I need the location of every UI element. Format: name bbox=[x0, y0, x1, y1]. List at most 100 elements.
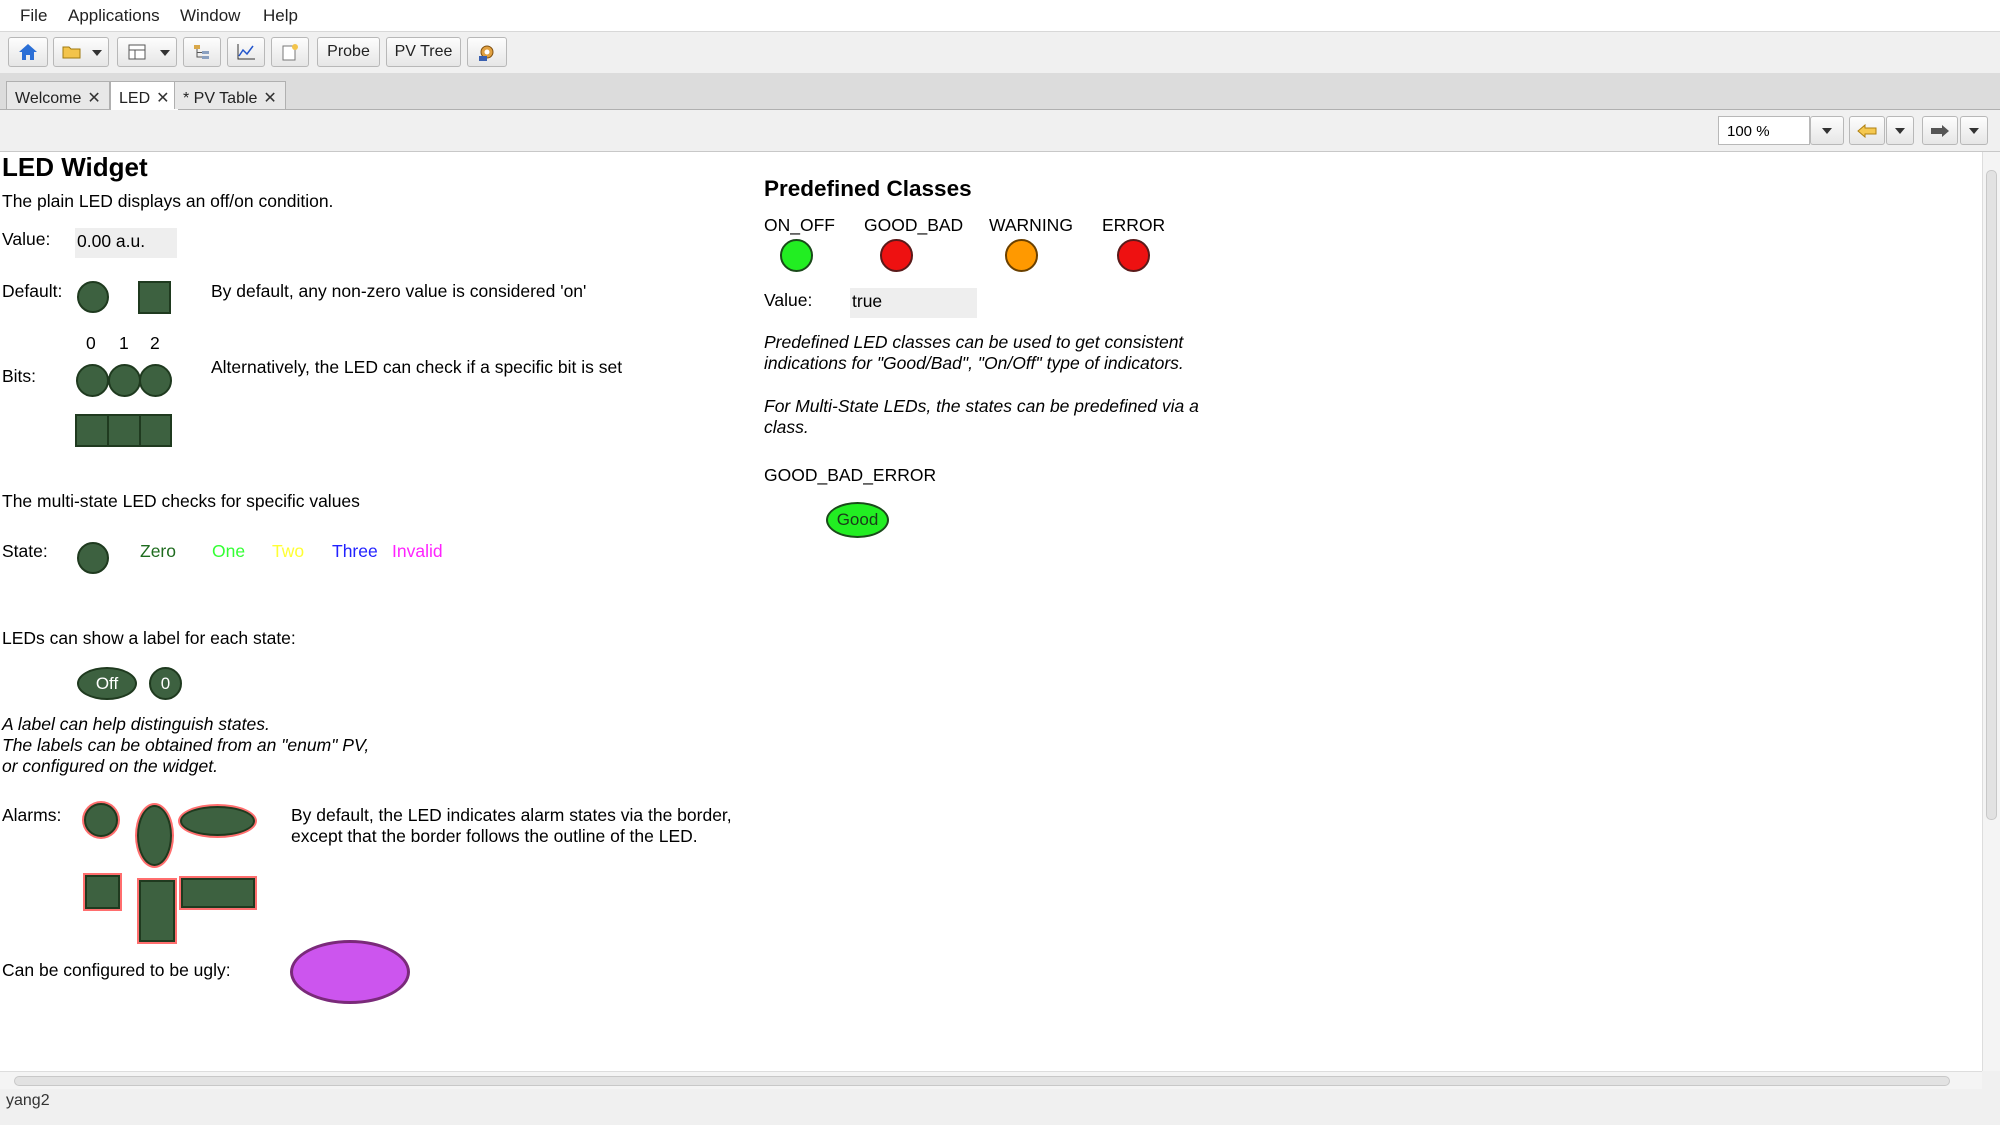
bit-number: 0 bbox=[86, 333, 96, 353]
alarms-label: Alarms: bbox=[2, 805, 62, 825]
alarms-description-line: except that the border follows the outli… bbox=[291, 826, 698, 846]
status-text: yang2 bbox=[6, 1092, 50, 1109]
chart-button[interactable] bbox=[227, 37, 265, 67]
close-icon[interactable]: ✕ bbox=[263, 90, 276, 107]
alarms-description-line: By default, the LED indicates alarm stat… bbox=[291, 805, 732, 825]
default-led-square bbox=[138, 281, 171, 314]
alarm-led-wide-ellipse bbox=[180, 806, 255, 836]
error-led bbox=[1117, 239, 1150, 272]
vertical-scroll-thumb[interactable] bbox=[1986, 170, 1997, 820]
alarm-led-wide-rect bbox=[181, 878, 255, 908]
multistate-description: The multi-state LED checks for specific … bbox=[2, 491, 360, 511]
pv-tree-button[interactable]: PV Tree bbox=[386, 37, 461, 67]
tab-label: LED bbox=[119, 90, 151, 107]
tab-welcome[interactable]: Welcome ✕ bbox=[6, 81, 110, 109]
chart-icon bbox=[237, 44, 255, 60]
label-note-line: or configured on the widget. bbox=[2, 756, 218, 776]
warning-led bbox=[1005, 239, 1038, 272]
class-label-error: ERROR bbox=[1102, 215, 1166, 235]
ugly-label: Can be configured to be ugly: bbox=[2, 960, 231, 980]
state-label: State: bbox=[2, 541, 48, 561]
alarm-led-circle bbox=[84, 803, 118, 837]
new-file-icon bbox=[282, 44, 298, 61]
tab-label: * PV Table bbox=[183, 90, 258, 107]
class-label-warning: WARNING bbox=[989, 215, 1073, 235]
home-icon bbox=[19, 44, 37, 60]
labels-description: LEDs can show a label for each state: bbox=[2, 628, 296, 648]
zoom-combo[interactable]: 100 % bbox=[1718, 116, 1810, 145]
state-three-label: Three bbox=[332, 541, 378, 561]
bit-led-square-0 bbox=[75, 414, 109, 447]
home-button[interactable] bbox=[8, 37, 48, 67]
bit-led-square-1 bbox=[107, 414, 141, 447]
bit-led-2 bbox=[139, 364, 172, 397]
back-history-button[interactable] bbox=[1886, 116, 1914, 145]
forward-button[interactable] bbox=[1922, 116, 1958, 145]
tab-label: Welcome bbox=[15, 90, 82, 107]
menu-window[interactable]: Window bbox=[180, 6, 240, 26]
multistate-led bbox=[77, 542, 109, 574]
bit-led-square-2 bbox=[139, 414, 172, 447]
horizontal-scrollbar[interactable] bbox=[0, 1071, 1982, 1089]
default-led-round bbox=[77, 281, 109, 313]
ugly-led bbox=[290, 940, 410, 1004]
on-off-led bbox=[780, 239, 813, 272]
predefined-note-line: Predefined LED classes can be used to ge… bbox=[764, 332, 1184, 352]
display-canvas: LED Widget The plain LED displays an off… bbox=[0, 152, 1982, 1071]
label-note-line: A label can help distinguish states. bbox=[2, 714, 270, 734]
right-value-field[interactable]: true bbox=[850, 288, 977, 318]
alarm-led-square bbox=[85, 875, 120, 909]
tree-button[interactable] bbox=[183, 37, 221, 67]
default-description: By default, any non-zero value is consid… bbox=[211, 281, 587, 301]
tree-icon bbox=[194, 45, 209, 59]
state-one-label: One bbox=[212, 541, 246, 561]
tab-led[interactable]: LED ✕ bbox=[110, 81, 179, 110]
status-bar: yang2 bbox=[0, 1089, 2000, 1125]
good-bad-error-label: GOOD_BAD_ERROR bbox=[764, 465, 937, 485]
predefined-classes-title: Predefined Classes bbox=[764, 176, 972, 201]
page-title: LED Widget bbox=[2, 152, 148, 182]
close-icon[interactable]: ✕ bbox=[87, 90, 100, 107]
probe-button[interactable]: Probe bbox=[317, 37, 380, 67]
layout-button[interactable] bbox=[117, 37, 177, 67]
led-zero-label: 0 bbox=[149, 667, 182, 700]
folder-icon bbox=[62, 46, 81, 59]
open-button[interactable] bbox=[53, 37, 109, 67]
new-display-button[interactable] bbox=[271, 37, 309, 67]
chevron-down-icon bbox=[1822, 127, 1832, 134]
forward-history-button[interactable] bbox=[1960, 116, 1988, 145]
menu-file[interactable]: File bbox=[20, 6, 47, 26]
value-field[interactable]: 0.00 a.u. bbox=[75, 228, 177, 258]
label-note-line: The labels can be obtained from an "enum… bbox=[2, 735, 370, 755]
horizontal-scroll-thumb[interactable] bbox=[14, 1076, 1950, 1086]
alarm-led-tall-rect bbox=[139, 880, 175, 942]
led-off-label: Off bbox=[77, 667, 137, 700]
menu-help[interactable]: Help bbox=[263, 6, 298, 26]
bit-led-1 bbox=[108, 364, 141, 397]
bit-number: 2 bbox=[150, 333, 160, 353]
settings-button[interactable] bbox=[467, 37, 507, 67]
state-two-label: Two bbox=[272, 541, 305, 561]
zoom-dropdown-button[interactable] bbox=[1810, 116, 1844, 145]
forward-arrow-icon bbox=[1931, 124, 1949, 137]
menu-applications[interactable]: Applications bbox=[68, 6, 160, 26]
menu-bar: File Applications Window Help bbox=[0, 0, 2000, 32]
layout-icon bbox=[128, 44, 146, 60]
bit-number: 1 bbox=[119, 333, 129, 353]
vertical-scrollbar[interactable] bbox=[1982, 152, 2000, 1071]
right-value-label: Value: bbox=[764, 290, 813, 310]
good-bad-led bbox=[880, 239, 913, 272]
tab-pv-table[interactable]: * PV Table ✕ bbox=[174, 81, 286, 109]
back-button[interactable] bbox=[1849, 116, 1885, 145]
chevron-down-icon bbox=[1969, 127, 1979, 134]
tab-bar: Welcome ✕ LED ✕ * PV Table ✕ bbox=[0, 73, 2000, 110]
main-toolbar: Probe PV Tree bbox=[0, 32, 2000, 72]
bits-description: Alternatively, the LED can check if a sp… bbox=[211, 357, 623, 377]
class-label-good-bad: GOOD_BAD bbox=[864, 215, 964, 235]
default-label: Default: bbox=[2, 281, 63, 301]
bit-led-0 bbox=[76, 364, 109, 397]
multistate-note-line: class. bbox=[764, 417, 809, 437]
chevron-down-icon bbox=[1895, 127, 1905, 134]
close-icon[interactable]: ✕ bbox=[156, 90, 169, 107]
state-invalid-label: Invalid bbox=[392, 541, 443, 561]
